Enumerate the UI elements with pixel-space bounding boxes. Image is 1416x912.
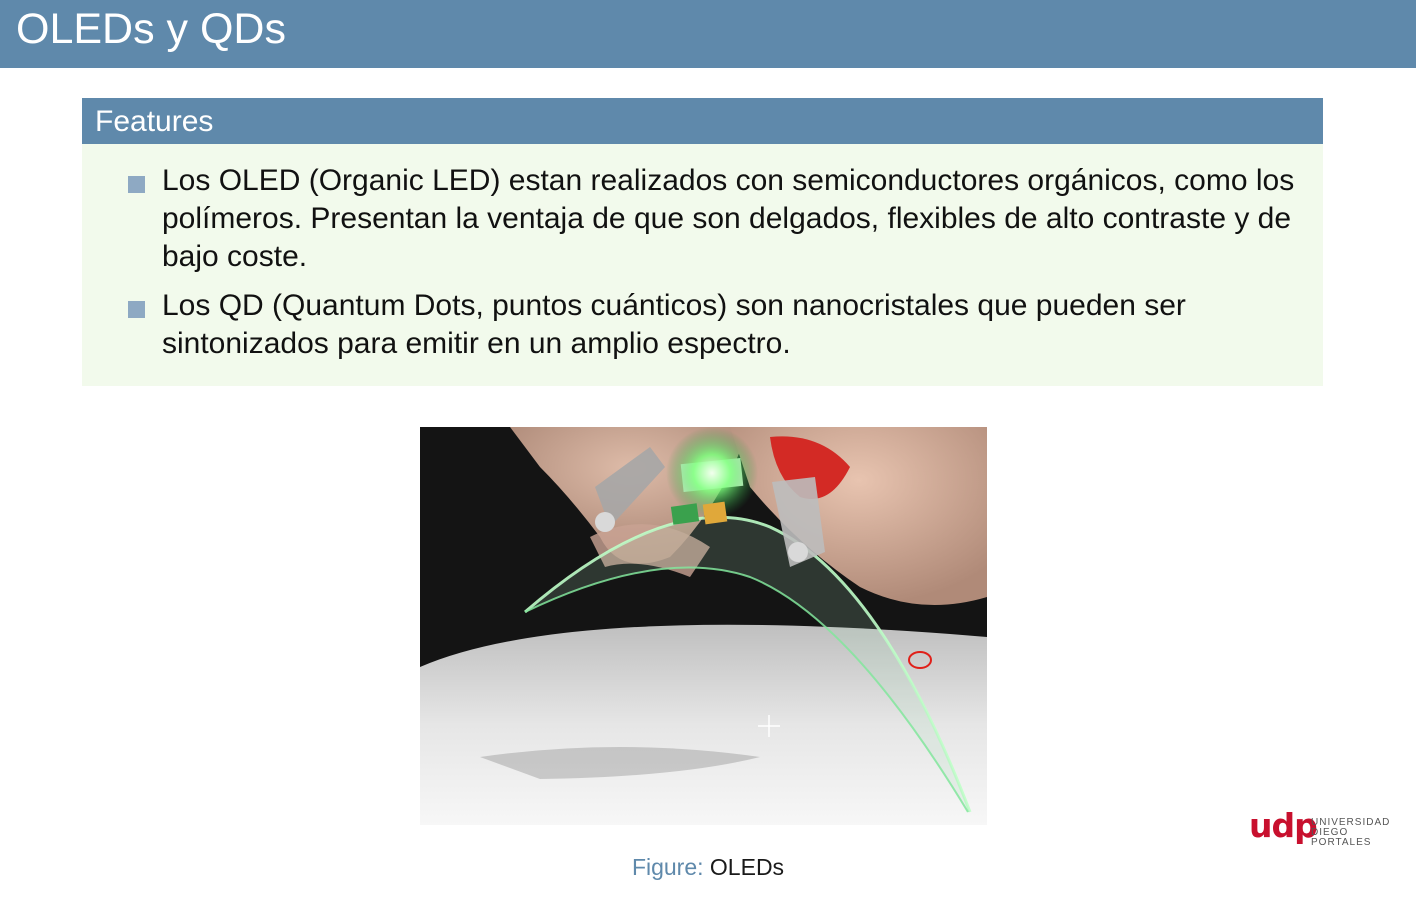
square-bullet-icon [128,176,145,193]
slide-title: OLEDs y QDs [16,5,286,53]
square-bullet-icon [128,301,145,318]
features-block: Features Los OLED (Organic LED) estan re… [82,98,1323,386]
udp-logo: udp UNIVERSIDAD DIEGO PORTALES [1249,806,1409,850]
udp-logo-text: UNIVERSIDAD DIEGO PORTALES [1311,818,1409,848]
bullet-item-oled: Los OLED (Organic LED) estan realizados … [82,162,1323,276]
features-block-title: Features [95,105,214,138]
bullet-item-qd: Los QD (Quantum Dots, puntos cuánticos) … [82,287,1323,363]
udp-logo-line2: DIEGO PORTALES [1311,827,1372,848]
figure-caption: Figure: OLEDs [0,852,1416,882]
figure-caption-prefix: Figure: [631,854,704,880]
bullet-text-oled: Los OLED (Organic LED) estan realizados … [162,164,1295,273]
bullet-list: Los OLED (Organic LED) estan realizados … [82,162,1323,374]
flexible-oled-photo-illustration [420,427,987,825]
slide-title-bar: OLEDs y QDs [0,0,1416,68]
oled-photo [420,427,987,825]
bullet-text-qd: Los QD (Quantum Dots, puntos cuánticos) … [162,289,1186,360]
features-block-header: Features [82,98,1323,144]
udp-logo-mark: udp [1249,806,1318,845]
figure-caption-text: OLEDs [709,854,785,880]
